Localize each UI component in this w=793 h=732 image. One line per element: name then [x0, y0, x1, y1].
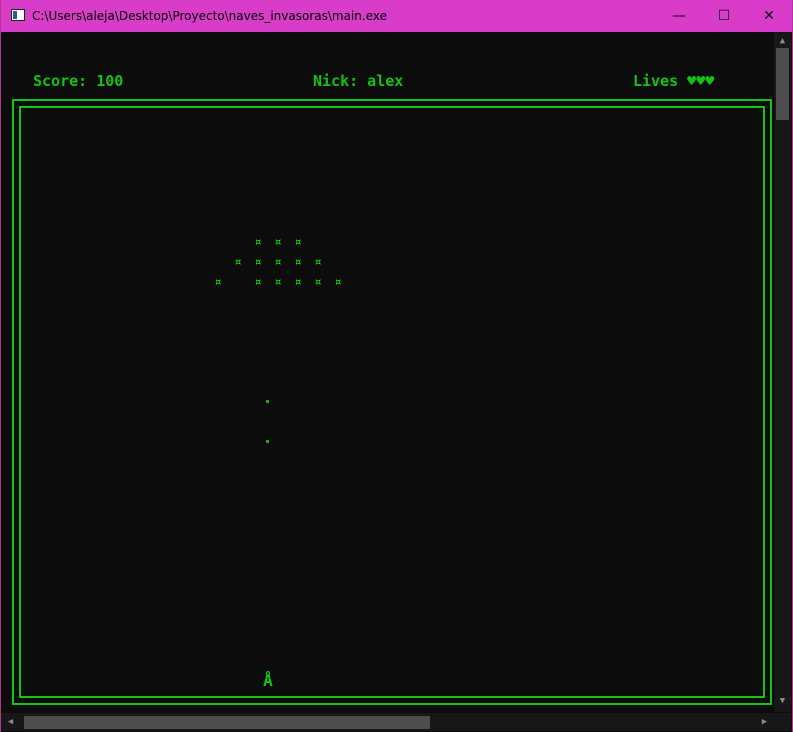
enemy-ship: ¤: [254, 275, 262, 289]
score-display: Score: 100: [33, 72, 124, 90]
player-ship: Å: [263, 671, 273, 690]
scroll-down-icon[interactable]: ▼: [778, 696, 787, 706]
enemy-ship: ¤: [294, 275, 302, 289]
title-bar[interactable]: C:\Users\aleja\Desktop\Proyecto\naves_in…: [1, 0, 792, 32]
vertical-scroll-thumb[interactable]: [776, 48, 789, 120]
nick-display: Nick: alex: [313, 72, 404, 90]
enemy-ship: ¤: [274, 235, 282, 249]
enemy-ship: ¤: [274, 255, 282, 269]
enemy-ship: ¤: [314, 255, 322, 269]
enemy-ship: ¤: [334, 275, 342, 289]
horizontal-scroll-thumb[interactable]: [24, 716, 430, 729]
enemy-ship: ¤: [274, 275, 282, 289]
maximize-button[interactable]: ☐: [701, 0, 747, 32]
lives-display: Lives ♥♥♥: [633, 72, 715, 90]
scrollbar-corner: [774, 713, 791, 731]
enemy-ship: ¤: [314, 275, 322, 289]
minimize-button[interactable]: —: [656, 0, 702, 32]
console-window: C:\Users\aleja\Desktop\Proyecto\naves_in…: [1, 0, 792, 732]
horizontal-scrollbar[interactable]: ◀ ▶: [1, 713, 774, 731]
bullet: [266, 400, 269, 403]
enemy-ship: ¤: [254, 235, 262, 249]
scroll-right-icon[interactable]: ▶: [760, 717, 769, 727]
scroll-up-icon[interactable]: ▲: [778, 36, 787, 46]
enemy-ship: ¤: [234, 255, 242, 269]
bullet: [266, 440, 269, 443]
enemy-ship: ¤: [214, 275, 222, 289]
console-app-icon: [11, 9, 25, 21]
console-area: Score: 100 Nick: alex Lives ♥♥♥ ¤ ¤ ¤ ¤ …: [1, 32, 792, 732]
enemy-ship: ¤: [254, 255, 262, 269]
scroll-left-icon[interactable]: ◀: [6, 717, 15, 727]
game-border-inner: [19, 106, 765, 698]
enemy-ship: ¤: [294, 235, 302, 249]
enemy-ship: ¤: [294, 255, 302, 269]
vertical-scrollbar[interactable]: ▲ ▼: [774, 32, 791, 712]
close-button[interactable]: ✕: [746, 0, 792, 32]
window-title: C:\Users\aleja\Desktop\Proyecto\naves_in…: [32, 9, 388, 23]
